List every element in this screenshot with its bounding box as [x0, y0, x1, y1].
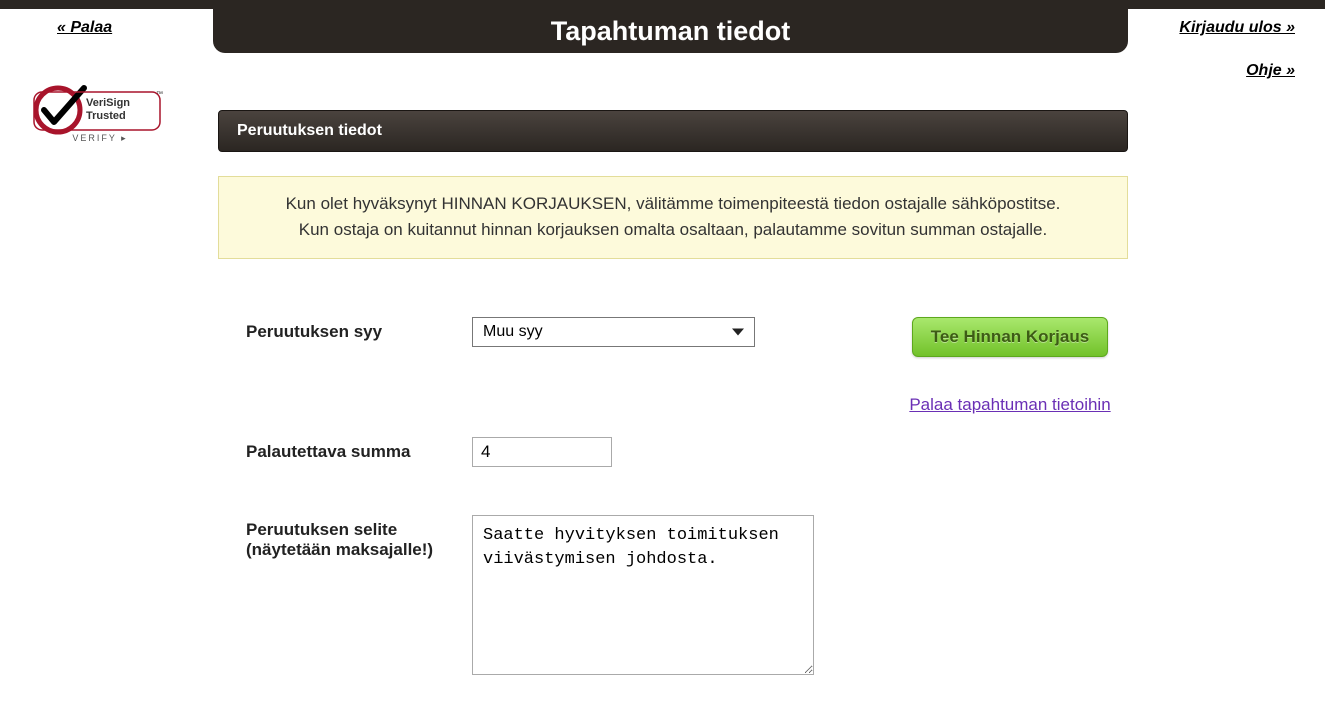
section-header: Peruutuksen tiedot — [218, 110, 1128, 152]
desc-label: Peruutuksen selite (näytetään maksajalle… — [218, 515, 472, 560]
description-textarea[interactable] — [472, 515, 814, 675]
verisign-trusted-badge: VeriSign Trusted VERIFY ▸ ™ — [30, 82, 170, 144]
row-description: Peruutuksen selite (näytetään maksajalle… — [218, 515, 1128, 675]
amount-label: Palautettava summa — [218, 437, 472, 462]
back-link[interactable]: « Palaa — [57, 19, 112, 37]
reason-label: Peruutuksen syy — [218, 317, 472, 342]
info-line-1: Kun olet hyväksynyt HINNAN KORJAUKSEN, v… — [286, 194, 1061, 213]
submit-button[interactable]: Tee Hinnan Korjaus — [912, 317, 1108, 357]
amount-input[interactable] — [472, 437, 612, 467]
svg-text:™: ™ — [156, 91, 163, 98]
reason-select[interactable]: Muu syy — [472, 317, 755, 347]
logout-link[interactable]: Kirjaudu ulos » — [1179, 19, 1295, 37]
verisign-verify: VERIFY ▸ — [72, 133, 127, 143]
desc-label-line2: (näytetään maksajalle!) — [246, 540, 433, 559]
row-amount: Palautettava summa — [218, 437, 1128, 467]
info-box: Kun olet hyväksynyt HINNAN KORJAUKSEN, v… — [218, 176, 1128, 259]
action-column: Tee Hinnan Korjaus Palaa tapahtuman tiet… — [900, 317, 1120, 415]
verisign-text-1: VeriSign — [86, 97, 130, 109]
form-area: Peruutuksen syy Muu syy Palautettava sum… — [218, 317, 1128, 675]
desc-label-line1: Peruutuksen selite — [246, 520, 397, 539]
return-link[interactable]: Palaa tapahtuman tietoihin — [909, 395, 1110, 415]
content-area: Peruutuksen tiedot Kun olet hyväksynyt H… — [218, 110, 1128, 723]
info-line-2: Kun ostaja on kuitannut hinnan korjaukse… — [299, 220, 1047, 239]
header-row: « Palaa Tapahtuman tiedot Kirjaudu ulos … — [0, 9, 1325, 53]
help-link[interactable]: Ohje » — [1246, 62, 1295, 80]
verisign-text-2: Trusted — [86, 110, 126, 122]
page-title-banner: Tapahtuman tiedot — [213, 9, 1128, 53]
top-bar — [0, 0, 1325, 9]
chevron-down-icon — [732, 328, 744, 335]
reason-select-value: Muu syy — [483, 323, 543, 341]
